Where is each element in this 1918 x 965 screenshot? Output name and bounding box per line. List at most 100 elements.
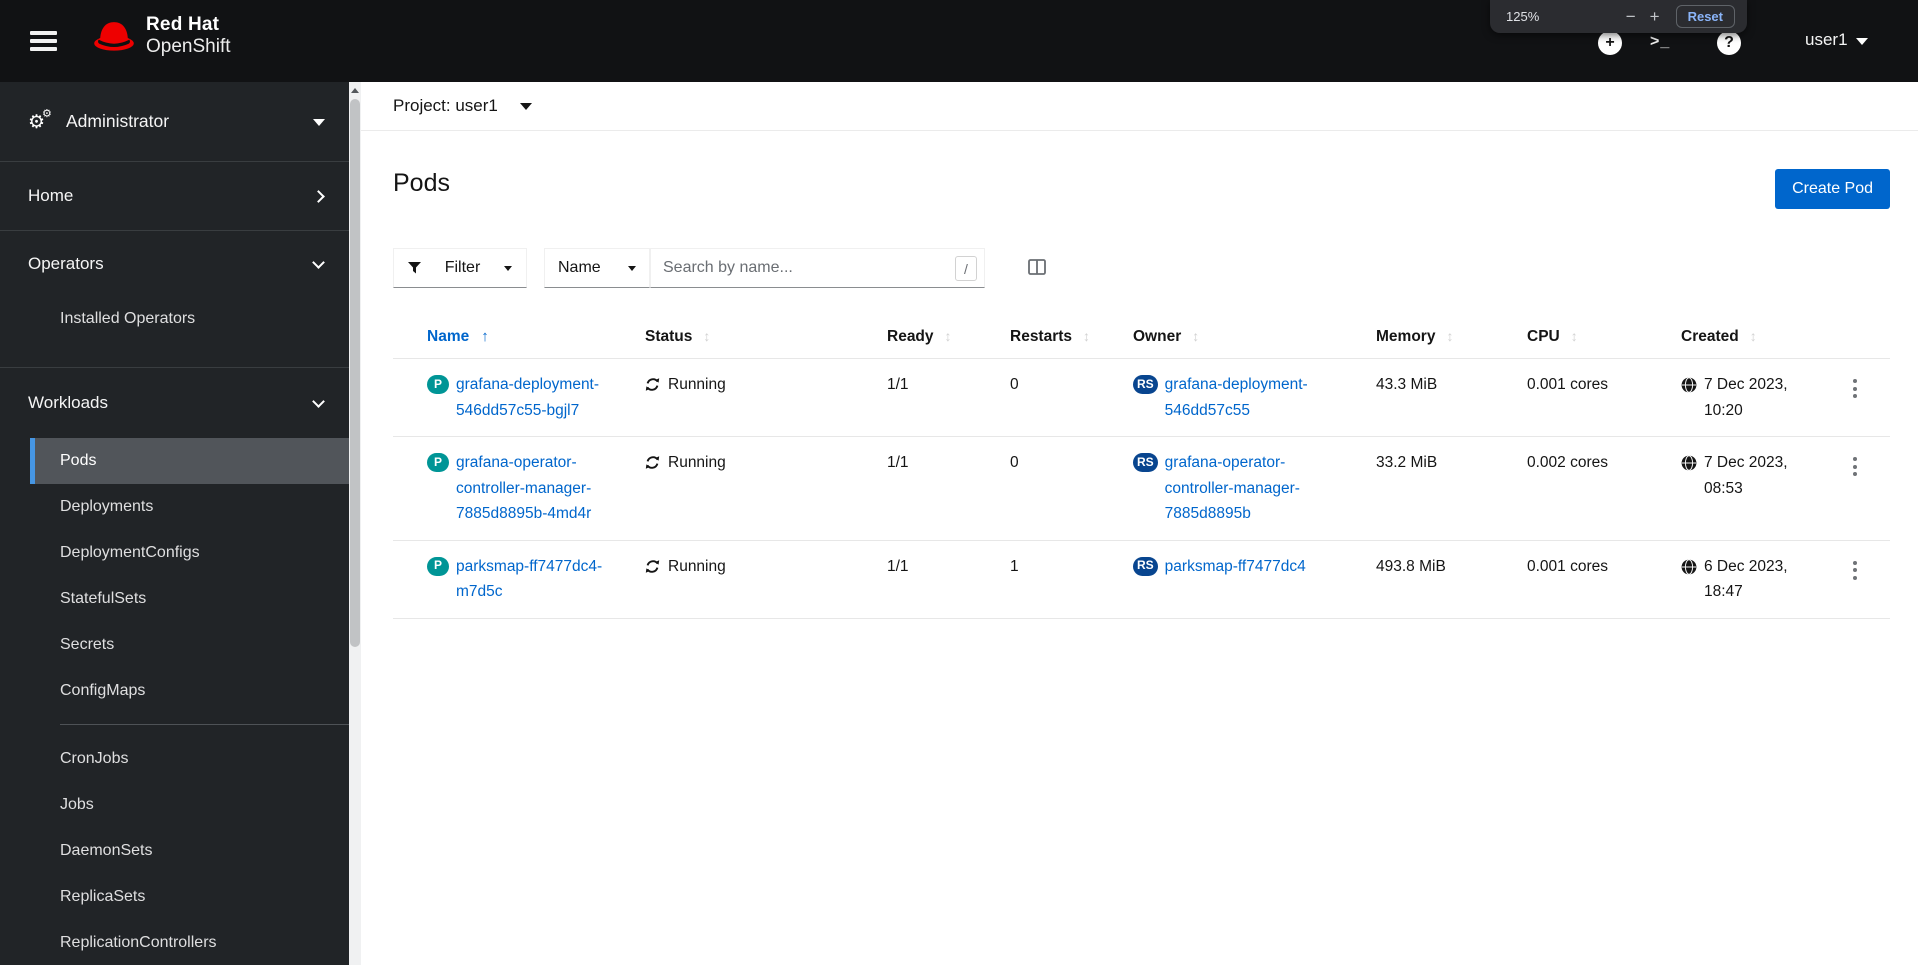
command-line-terminal-icon[interactable] — [1650, 33, 1670, 51]
perspective-switcher[interactable]: ⚙ ⚙ Administrator — [0, 82, 349, 162]
project-selector-dropdown[interactable]: Project: user1 — [393, 96, 532, 116]
table-row: Pparksmap-ff7477dc4-m7d5c Running 1/1 1 … — [393, 540, 1890, 619]
column-header-owner[interactable]: Owner — [1133, 318, 1376, 359]
sidebar-item-label: ConfigMaps — [60, 682, 146, 699]
column-header-ready[interactable]: Ready — [887, 318, 1010, 359]
created-timestamp: 6 Dec 2023, 18:47 — [1704, 557, 1788, 601]
zoom-in-button[interactable]: + — [1650, 8, 1660, 25]
restarts-count: 0 — [1010, 376, 1019, 393]
column-header-restarts[interactable]: Restarts — [1010, 318, 1133, 359]
sort-icon — [1192, 328, 1199, 344]
main-content: Project: user1 Pods Create Pod Filter Na… — [361, 0, 1918, 619]
sidebar-item-label: StatefulSets — [60, 590, 147, 607]
sidebar-item-label: Operators — [28, 254, 104, 273]
sidebar-item-home[interactable]: Home — [0, 162, 349, 231]
sort-icon — [703, 328, 710, 344]
column-header-created[interactable]: Created — [1681, 318, 1845, 359]
create-pod-button[interactable]: Create Pod — [1775, 169, 1890, 209]
pod-name-link[interactable]: grafana-operator-controller-manager-7885… — [456, 450, 614, 527]
ready-count: 1/1 — [887, 454, 909, 471]
sort-icon — [1571, 328, 1578, 344]
sidebar-item-jobs[interactable]: Jobs — [30, 782, 349, 828]
status-text: Running — [668, 557, 726, 575]
caret-down-icon — [519, 102, 532, 110]
table-row: Pgrafana-operator-controller-manager-788… — [393, 436, 1890, 541]
sort-icon — [1083, 328, 1090, 344]
sidebar-item-deploymentconfigs[interactable]: DeploymentConfigs — [30, 530, 349, 576]
sidebar-item-replicationcontrollers[interactable]: ReplicationControllers — [30, 920, 349, 965]
column-header-cpu[interactable]: CPU — [1527, 318, 1681, 359]
row-kebab-menu-button[interactable] — [1845, 451, 1865, 482]
sidebar-item-daemonsets[interactable]: DaemonSets — [30, 828, 349, 874]
replicaset-kind-badge: RS — [1133, 556, 1158, 576]
vertical-scrollbar[interactable] — [349, 82, 361, 965]
cpu-value: 0.001 cores — [1527, 557, 1608, 575]
help-question-icon[interactable]: ? — [1717, 31, 1741, 55]
sidebar-item-deployments[interactable]: Deployments — [30, 484, 349, 530]
search-input[interactable] — [650, 248, 985, 288]
column-header-memory[interactable]: Memory — [1376, 318, 1527, 359]
redhat-openshift-logo[interactable]: Red Hat OpenShift — [92, 14, 231, 58]
sidebar-item-replicasets[interactable]: ReplicaSets — [30, 874, 349, 920]
sidebar-item-label: Jobs — [60, 796, 94, 813]
browser-zoom-popup: 125% − + Reset — [1490, 0, 1747, 33]
search-attribute-label: Name — [558, 259, 601, 276]
owner-link[interactable]: grafana-deployment-546dd57c55 — [1165, 372, 1325, 423]
sidebar-item-operators[interactable]: Operators — [0, 231, 349, 297]
user-menu-dropdown[interactable]: user1 — [1805, 30, 1868, 50]
cpu-value: 0.002 cores — [1527, 454, 1608, 471]
columns-icon — [1028, 258, 1046, 275]
sidebar-item-statefulsets[interactable]: StatefulSets — [30, 576, 349, 622]
pod-name-link[interactable]: parksmap-ff7477dc4-m7d5c — [456, 554, 614, 605]
gears-icon: ⚙ ⚙ — [28, 107, 52, 133]
redhat-fedora-icon — [94, 21, 134, 51]
sidebar-divider — [60, 724, 349, 725]
memory-value: 43.3 MiB — [1376, 376, 1438, 393]
sidebar-item-installed-operators[interactable]: Installed Operators — [30, 297, 349, 341]
sidebar-item-label: Installed Operators — [60, 310, 196, 327]
search-attribute-select[interactable]: Name — [544, 248, 650, 288]
sidebar-item-pods[interactable]: Pods — [30, 438, 349, 484]
sort-icon — [1446, 328, 1453, 344]
column-header-status[interactable]: Status — [645, 318, 887, 359]
zoom-out-button[interactable]: − — [1626, 8, 1636, 25]
sidebar-item-secrets[interactable]: Secrets — [30, 622, 349, 668]
keyboard-shortcut-hint: / — [955, 256, 977, 281]
manage-columns-button[interactable] — [1026, 257, 1048, 280]
row-kebab-menu-button[interactable] — [1845, 555, 1865, 586]
restarts-count: 1 — [1010, 557, 1019, 575]
sidebar-item-cronjobs[interactable]: CronJobs — [30, 736, 349, 782]
scrollbar-up-button[interactable] — [349, 82, 361, 98]
column-header-actions — [1845, 318, 1890, 359]
zoom-reset-button[interactable]: Reset — [1675, 5, 1735, 28]
sidebar-nav: ⚙ ⚙ Administrator Home Operators Installe… — [0, 82, 349, 965]
ready-count: 1/1 — [887, 376, 909, 393]
chevron-down-icon — [312, 256, 325, 269]
column-header-name[interactable]: Name — [393, 318, 645, 359]
sidebar-item-configmaps[interactable]: ConfigMaps — [30, 668, 349, 714]
sidebar-group-operators: Operators Installed Operators — [0, 231, 349, 368]
quick-create-plus-icon[interactable]: + — [1598, 31, 1622, 55]
table-row: Pgrafana-deployment-546dd57c55-bgjl7 Run… — [393, 358, 1890, 437]
product-name: OpenShift — [146, 35, 231, 57]
sidebar-item-label: DeploymentConfigs — [60, 544, 200, 561]
created-timestamp: 7 Dec 2023, 10:20 — [1704, 376, 1788, 419]
hamburger-menu-icon[interactable] — [30, 31, 57, 51]
pod-kind-badge: P — [427, 453, 449, 472]
sidebar-item-workloads[interactable]: Workloads — [0, 368, 349, 438]
sidebar-group-workloads: Workloads Pods Deployments DeploymentCon… — [0, 368, 349, 965]
row-kebab-menu-button[interactable] — [1845, 373, 1865, 404]
timestamp-globe-icon — [1681, 455, 1697, 471]
sidebar-item-label: Deployments — [60, 498, 154, 515]
pod-name-link[interactable]: grafana-deployment-546dd57c55-bgjl7 — [456, 372, 614, 423]
user-menu-label: user1 — [1805, 30, 1848, 49]
owner-link[interactable]: parksmap-ff7477dc4 — [1165, 554, 1306, 580]
sidebar-item-label: CronJobs — [60, 750, 129, 767]
filter-dropdown-button[interactable]: Filter — [393, 248, 527, 288]
sidebar-item-label: Workloads — [28, 393, 108, 412]
zoom-level-value: 125% — [1506, 9, 1540, 24]
owner-link[interactable]: grafana-operator-controller-manager-7885… — [1165, 450, 1325, 527]
scrollbar-thumb[interactable] — [350, 99, 360, 647]
sidebar-item-label: ReplicationControllers — [60, 934, 217, 951]
chevron-down-icon — [312, 395, 325, 408]
